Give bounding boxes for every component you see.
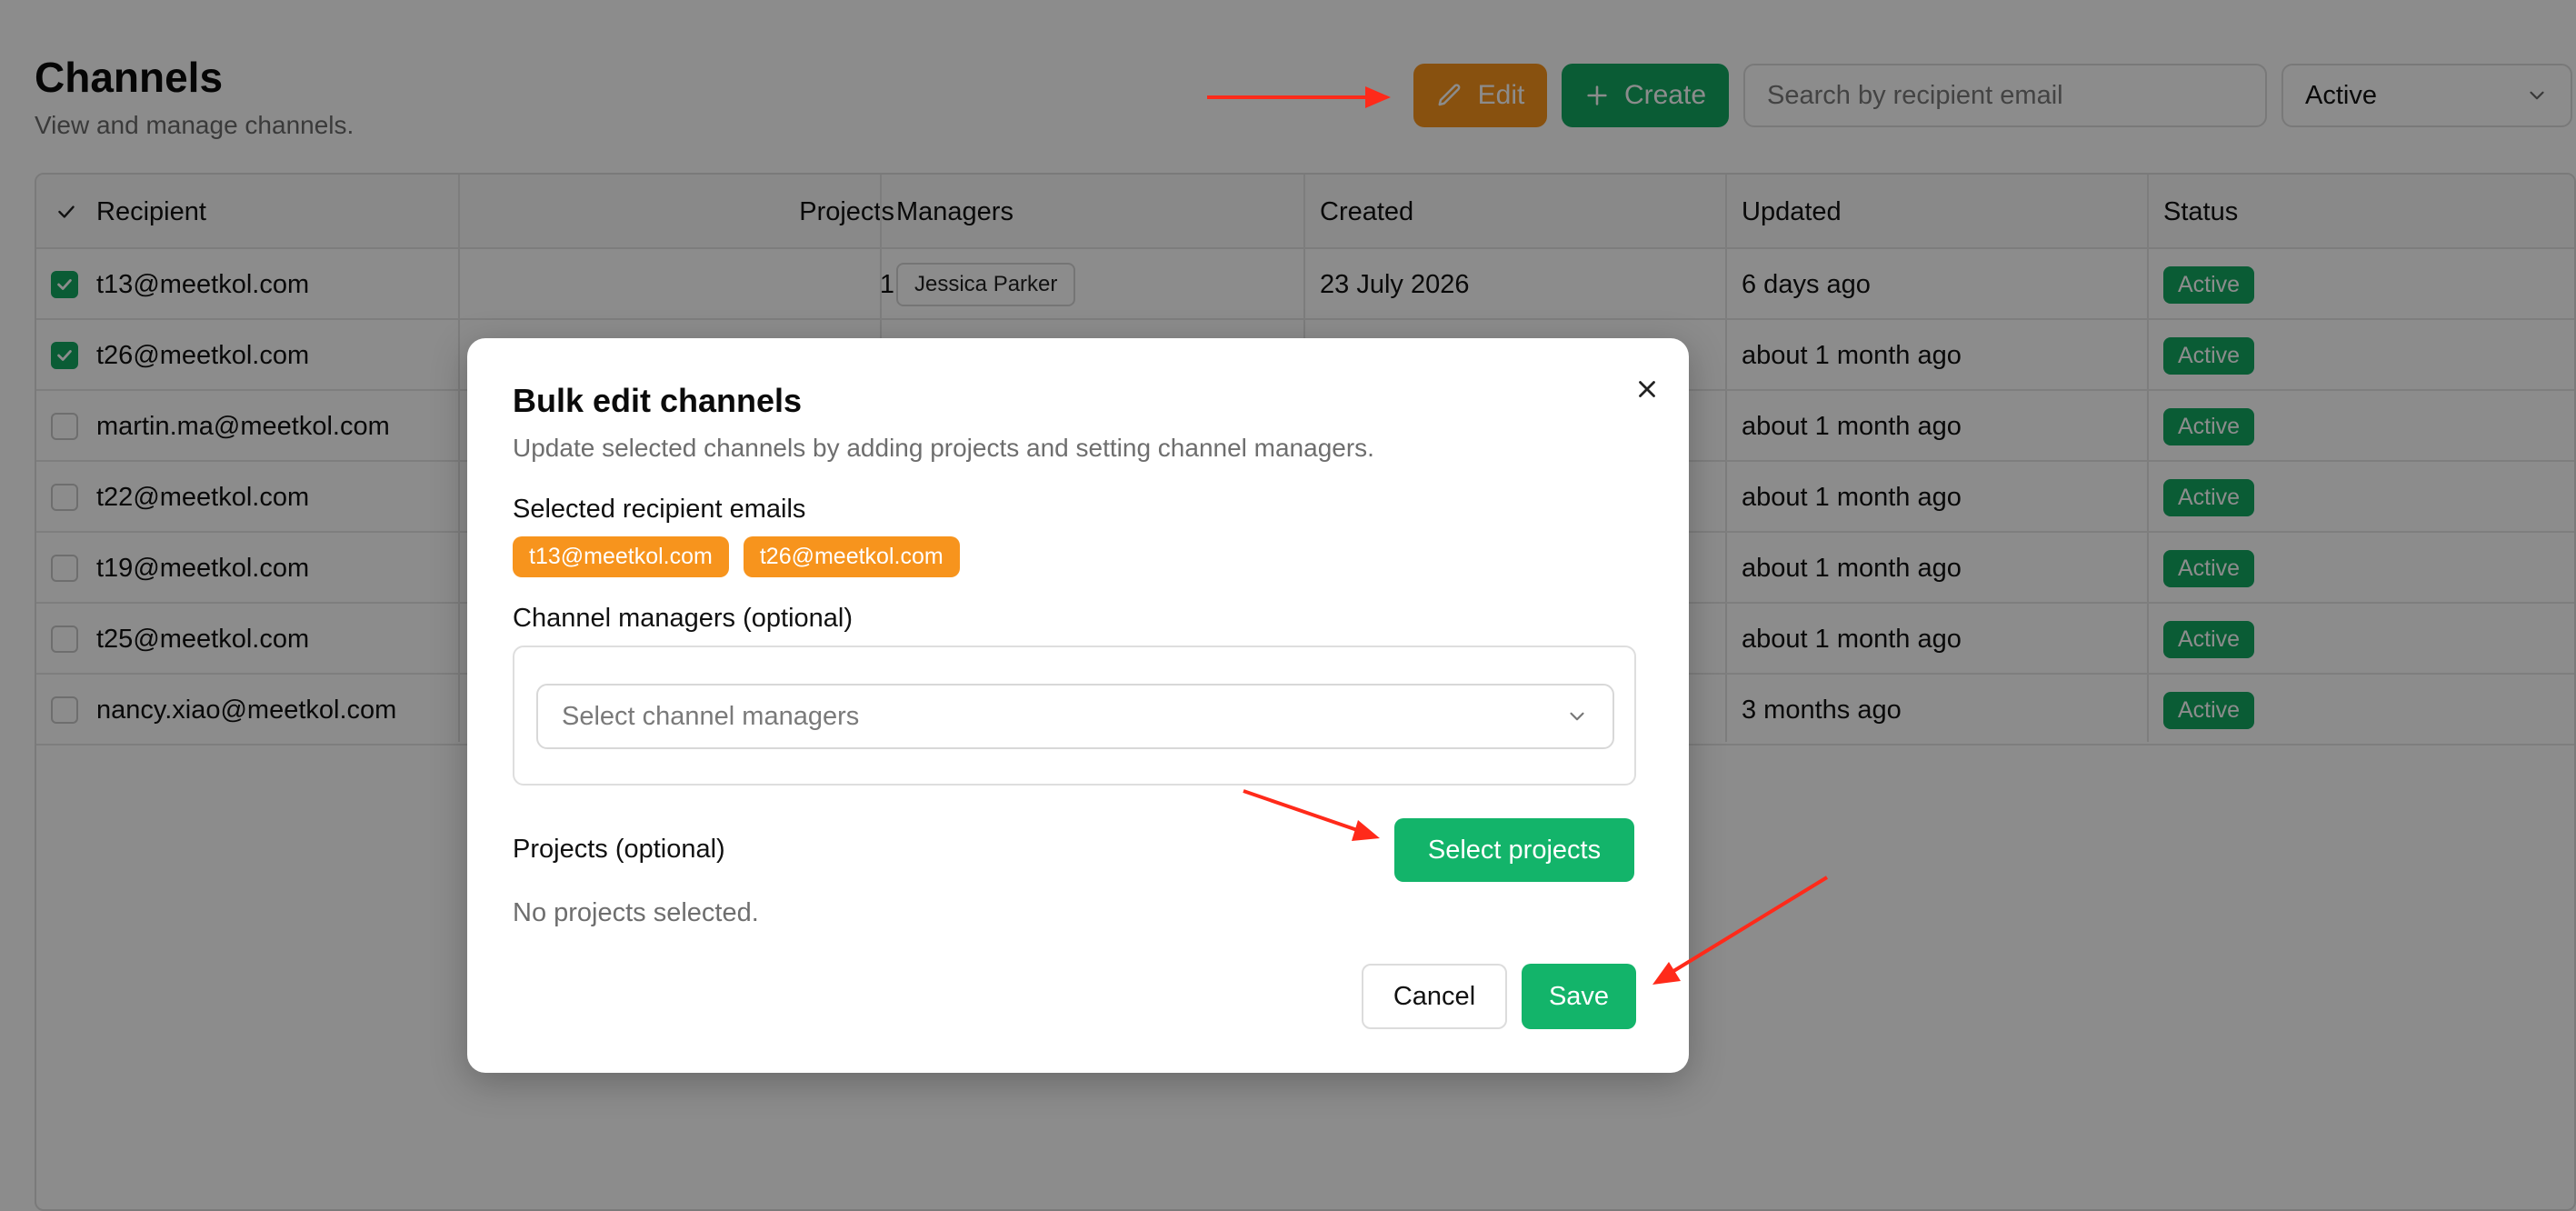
bulk-edit-dialog: Bulk edit channels Update selected chann… xyxy=(467,338,1689,1073)
selected-emails-list: t13@meetkol.com t26@meetkol.com xyxy=(513,536,960,577)
close-icon xyxy=(1639,381,1655,397)
close-button[interactable] xyxy=(1629,371,1665,407)
managers-label: Channel managers (optional) xyxy=(513,604,853,633)
dialog-title: Bulk edit channels xyxy=(513,382,803,419)
email-chip: t13@meetkol.com xyxy=(513,536,729,577)
email-chip: t26@meetkol.com xyxy=(743,536,960,577)
select-projects-button[interactable]: Select projects xyxy=(1394,818,1634,882)
managers-container: Select channel managers xyxy=(513,646,1636,786)
managers-select[interactable]: Select channel managers xyxy=(536,684,1614,749)
channels-page: Channels View and manage channels. Edit … xyxy=(0,0,2576,1211)
dialog-description: Update selected channels by adding proje… xyxy=(513,434,1374,462)
no-projects-text: No projects selected. xyxy=(513,898,759,927)
cancel-button[interactable]: Cancel xyxy=(1362,964,1507,1029)
save-button[interactable]: Save xyxy=(1522,964,1636,1029)
chevron-down-icon xyxy=(1570,712,1584,721)
projects-label: Projects (optional) xyxy=(513,835,725,864)
managers-placeholder: Select channel managers xyxy=(562,701,860,731)
selected-emails-label: Selected recipient emails xyxy=(513,495,806,524)
